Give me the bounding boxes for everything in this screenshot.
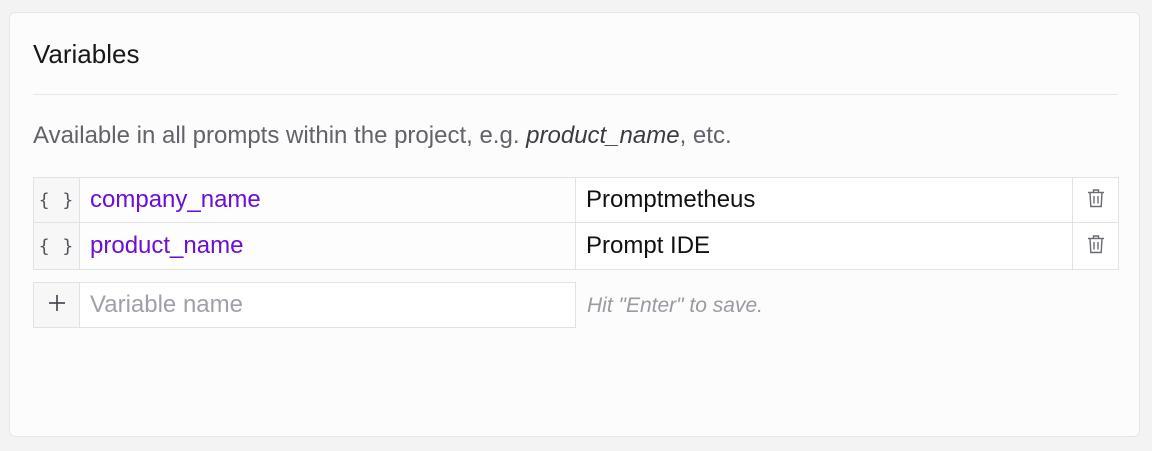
description-example: product_name bbox=[526, 122, 680, 149]
description-prefix: Available in all prompts within the proj… bbox=[33, 122, 527, 149]
variable-name[interactable]: product_name bbox=[80, 223, 576, 269]
trash-icon bbox=[1087, 234, 1105, 259]
variables-table: { } company_name Promptmetheus { } produ… bbox=[33, 177, 1119, 270]
braces-icon: { } bbox=[34, 223, 80, 269]
description-suffix: , etc. bbox=[679, 122, 732, 149]
variable-name[interactable]: company_name bbox=[80, 178, 576, 222]
trash-icon bbox=[1087, 188, 1105, 213]
variable-value[interactable]: Promptmetheus bbox=[576, 178, 1072, 222]
panel-description: Available in all prompts within the proj… bbox=[33, 120, 732, 152]
variable-row: { } company_name Promptmetheus bbox=[34, 178, 1118, 223]
add-variable-button[interactable] bbox=[34, 283, 80, 327]
delete-variable-button[interactable] bbox=[1072, 178, 1118, 222]
variable-value[interactable]: Prompt IDE bbox=[576, 223, 1072, 269]
plus-icon bbox=[47, 293, 67, 318]
variable-row: { } product_name Prompt IDE bbox=[34, 223, 1118, 269]
variables-panel: Variables Available in all prompts withi… bbox=[9, 12, 1140, 437]
save-hint: Hit "Enter" to save. bbox=[587, 294, 763, 317]
delete-variable-button[interactable] bbox=[1072, 223, 1118, 269]
divider bbox=[33, 94, 1118, 95]
panel-title: Variables bbox=[33, 39, 140, 69]
variable-name-input[interactable] bbox=[80, 283, 575, 327]
new-variable-row bbox=[33, 282, 576, 328]
braces-icon: { } bbox=[34, 178, 80, 222]
